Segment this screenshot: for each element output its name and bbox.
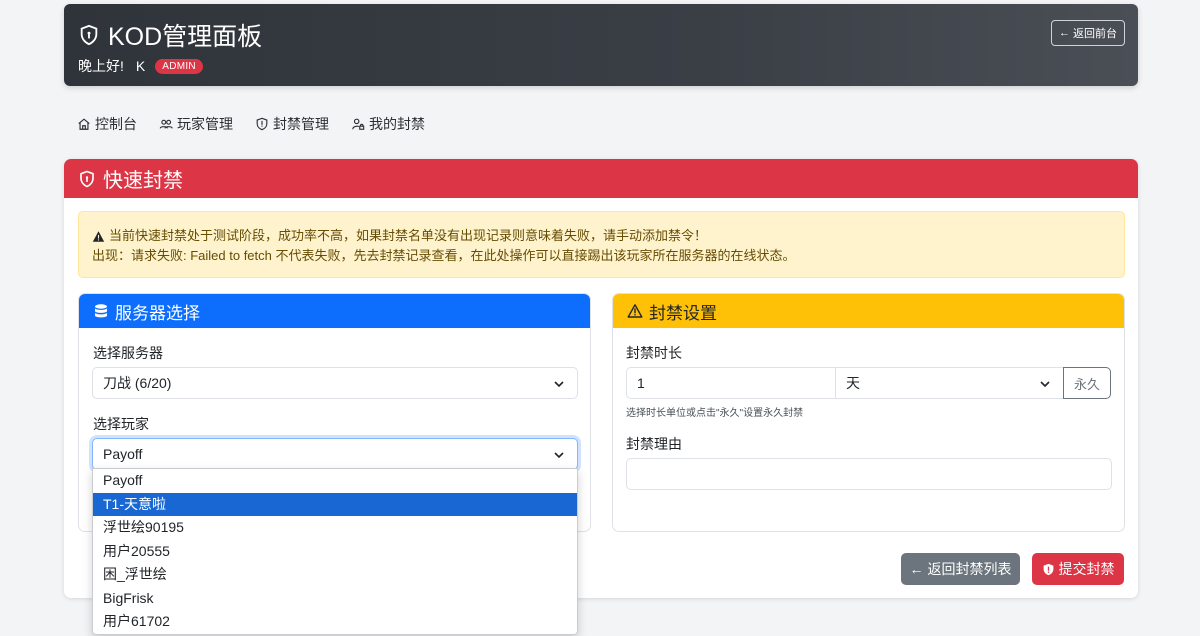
arrow-left-icon: ← — [1059, 27, 1070, 39]
warning-icon — [92, 230, 105, 242]
chevron-down-icon — [1040, 381, 1050, 388]
quick-ban-title: 快速封禁 — [103, 170, 183, 192]
submit-ban-label: 提交封禁 — [1058, 561, 1115, 577]
shield-icon — [80, 24, 98, 46]
back-to-front-label: 返回前台 — [1073, 28, 1117, 40]
chevron-down-icon — [554, 452, 564, 459]
duration-unit-select[interactable]: 天 — [835, 367, 1064, 399]
duration-value: 1 — [637, 375, 645, 391]
server-label: 选择服务器 — [93, 345, 163, 361]
database-icon — [95, 304, 107, 318]
user-lock-icon — [352, 118, 365, 130]
nav-item-label: 玩家管理 — [177, 116, 233, 132]
player-option[interactable]: 浮世绘90195 — [93, 516, 577, 540]
duration-input[interactable]: 1 — [626, 367, 836, 399]
main-nav: 控制台 玩家管理 封禁管理 我的封禁 — [77, 114, 425, 134]
nav-item-my-bans[interactable]: 我的封禁 — [351, 114, 425, 134]
nav-item-bans[interactable]: 封禁管理 — [255, 114, 329, 134]
alert-line-2: 出现：请求失败: Failed to fetch 不代表失败，先去封禁记录查看，… — [92, 248, 796, 263]
back-to-front-button[interactable]: ← 返回前台 — [1051, 20, 1125, 46]
page-header: KOD管理面板 晚上好! K ADMIN ← 返回前台 — [64, 4, 1138, 86]
server-select[interactable]: 刀战 (6/20) — [92, 367, 578, 399]
duration-help-text: 选择时长单位或点击"永久"设置永久封禁 — [626, 408, 804, 419]
ban-settings-panel: 封禁设置 封禁时长 1 天 永久 选择时长单位或点击"永久"设置永久封禁 封禁理… — [612, 293, 1125, 532]
reason-input[interactable] — [626, 458, 1112, 490]
alert-line-1: 当前快速封禁处于测试阶段，成功率不高，如果封禁名单没有出现记录则意味着失败，请手… — [109, 228, 708, 243]
permanent-button-label: 永久 — [1073, 376, 1100, 392]
shield-icon — [1043, 563, 1053, 575]
nav-item-label: 控制台 — [95, 116, 137, 132]
player-option[interactable]: 困_浮世绘 — [93, 563, 577, 587]
player-dropdown-list: Payoff T1-天意啦 浮世绘90195 用户20555 困_浮世绘 Big… — [92, 468, 578, 635]
shield-icon — [80, 170, 94, 187]
quick-ban-card: 快速封禁 当前快速封禁处于测试阶段，成功率不高，如果封禁名单没有出现记录则意味着… — [64, 159, 1138, 635]
nav-item-label: 我的封禁 — [369, 116, 425, 132]
player-option[interactable]: T1-天意啦 — [93, 492, 577, 516]
greeting: 晚上好! K ADMIN — [78, 56, 203, 76]
server-select-value: 刀战 (6/20) — [103, 375, 172, 391]
duration-label: 封禁时长 — [626, 345, 682, 361]
warning-triangle-icon — [627, 304, 643, 318]
users-icon — [159, 119, 173, 129]
player-option[interactable]: Payoff — [93, 469, 577, 493]
duration-unit-value: 天 — [846, 375, 860, 391]
player-option[interactable]: BigFrisk — [93, 587, 577, 611]
role-badge: ADMIN — [155, 58, 203, 74]
nav-item-label: 封禁管理 — [273, 116, 329, 132]
player-label: 选择玩家 — [93, 416, 149, 432]
player-select[interactable]: Payoff — [92, 438, 578, 470]
quick-ban-header: 快速封禁 — [64, 159, 1138, 198]
player-option[interactable]: 用户20555 — [93, 540, 577, 564]
back-to-ban-list-button[interactable]: ← 返回封禁列表 — [901, 553, 1020, 585]
shield-icon — [256, 117, 268, 131]
home-icon — [78, 118, 90, 130]
player-select-value: Payoff — [103, 446, 143, 462]
app-title-text: KOD管理面板 — [108, 23, 263, 51]
submit-ban-button[interactable]: 提交封禁 — [1032, 553, 1124, 585]
username: K — [135, 58, 146, 74]
nav-item-players[interactable]: 玩家管理 — [159, 114, 233, 134]
ban-panel-header: 封禁设置 — [613, 294, 1124, 328]
warning-alert: 当前快速封禁处于测试阶段，成功率不高，如果封禁名单没有出现记录则意味着失败，请手… — [78, 211, 1125, 278]
greeting-text: 晚上好! — [78, 58, 124, 74]
server-panel-header: 服务器选择 — [79, 294, 590, 328]
permanent-button[interactable]: 永久 — [1063, 367, 1111, 399]
back-to-ban-list-label: 返回封禁列表 — [927, 561, 1012, 577]
server-panel-title: 服务器选择 — [115, 303, 200, 323]
player-option[interactable]: 用户61702 — [93, 610, 577, 634]
reason-label: 封禁理由 — [626, 436, 682, 452]
app-title: KOD管理面板 — [78, 17, 262, 53]
ban-panel-title: 封禁设置 — [649, 303, 717, 323]
nav-item-dashboard[interactable]: 控制台 — [77, 114, 137, 134]
chevron-down-icon — [554, 381, 564, 388]
arrow-left-icon: ← — [909, 561, 924, 577]
